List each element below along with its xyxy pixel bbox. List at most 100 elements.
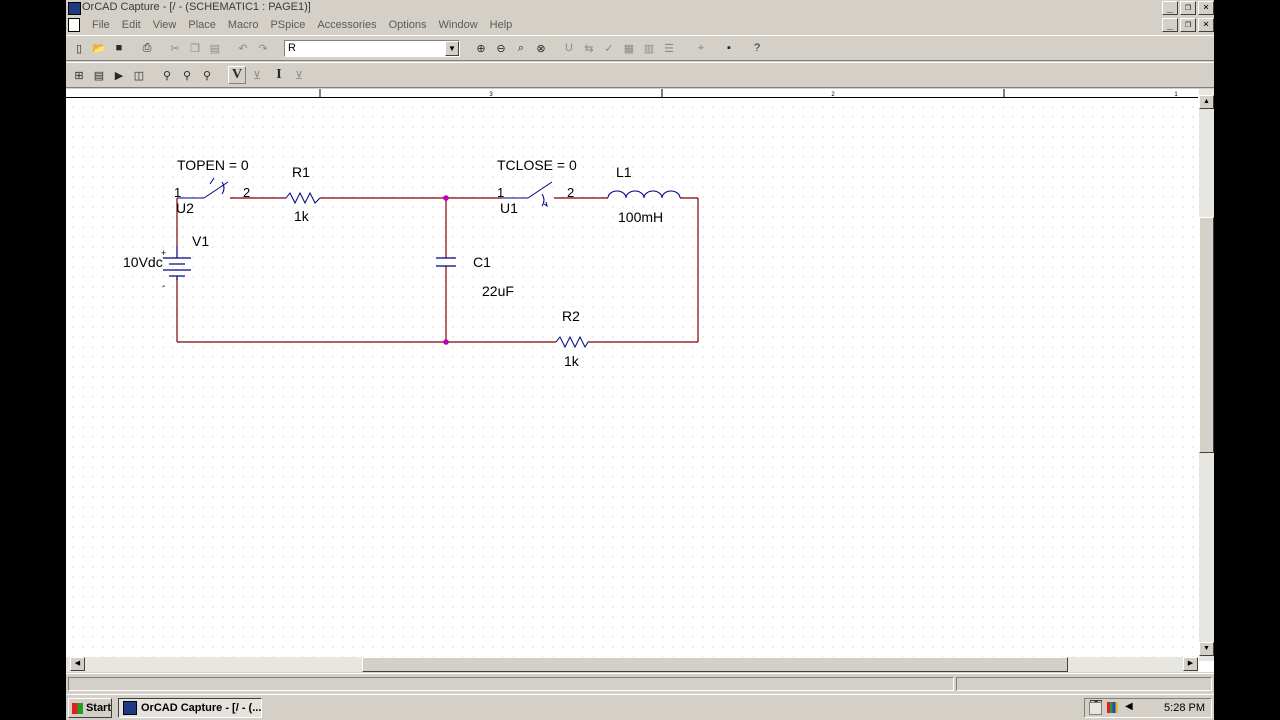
inductor-l1[interactable] bbox=[607, 190, 681, 199]
orcad-app-icon[interactable] bbox=[68, 2, 81, 15]
menu-pspice[interactable]: PSpice bbox=[264, 18, 311, 32]
taskbar-item-orcad[interactable]: OrCAD Capture - [/ - (... bbox=[118, 698, 262, 718]
r2-value-label[interactable]: 1k bbox=[564, 353, 580, 369]
menu-options[interactable]: Options bbox=[383, 18, 433, 32]
voltage-display-icon[interactable]: ⊻ bbox=[248, 66, 266, 84]
minimize-button[interactable]: _ bbox=[1162, 1, 1178, 15]
menu-help[interactable]: Help bbox=[484, 18, 519, 32]
document-icon[interactable] bbox=[68, 18, 80, 32]
paste-icon[interactable]: ▤ bbox=[206, 39, 224, 57]
doc-minimize-button[interactable]: _ bbox=[1162, 18, 1178, 32]
open-folder-icon[interactable]: 📂 bbox=[90, 39, 108, 57]
l1-value-label[interactable]: 100mH bbox=[618, 209, 663, 225]
ruler-label-3: 3 bbox=[489, 92, 493, 97]
zoom-area-icon[interactable]: ⌕ bbox=[512, 39, 530, 57]
project-manager-icon[interactable]: ▪ bbox=[720, 39, 738, 57]
schematic-drawing[interactable]: TOPEN = 0 1 2 U2 R1 1k TCLOSE = 0 1 2 U1… bbox=[66, 98, 1198, 661]
redo-icon[interactable]: ↷ bbox=[254, 39, 272, 57]
c1-ref-label[interactable]: C1 bbox=[473, 254, 491, 270]
scroll-left-icon[interactable]: ◀ bbox=[70, 657, 85, 671]
r1-value-label[interactable]: 1k bbox=[294, 208, 310, 224]
new-file-icon[interactable]: ▯ bbox=[70, 39, 88, 57]
c1-value-label[interactable]: 22uF bbox=[482, 283, 514, 299]
tray-windows-icon[interactable] bbox=[1107, 702, 1118, 713]
doc-close-button[interactable]: × bbox=[1198, 18, 1214, 32]
menu-place[interactable]: Place bbox=[182, 18, 222, 32]
part-search-combo[interactable]: R ▼ bbox=[284, 40, 460, 57]
edit-simulation-icon[interactable]: ▤ bbox=[90, 66, 108, 84]
menu-window[interactable]: Window bbox=[433, 18, 484, 32]
speaker-icon[interactable]: ◀ bbox=[1125, 702, 1136, 713]
zoom-in-icon[interactable]: ⊕ bbox=[472, 39, 490, 57]
doc-restore-button[interactable]: ❐ bbox=[1180, 18, 1196, 32]
u1-pin1-label: 1 bbox=[497, 185, 504, 200]
junction-dot bbox=[443, 339, 449, 345]
u2-ref-label[interactable]: U2 bbox=[176, 200, 194, 216]
save-icon[interactable]: ■ bbox=[110, 39, 128, 57]
cut-icon[interactable]: ✂ bbox=[166, 39, 184, 57]
chevron-down-icon[interactable]: ▼ bbox=[445, 41, 459, 56]
tray-app-icon[interactable] bbox=[1089, 702, 1102, 715]
scroll-up-icon[interactable]: ▲ bbox=[1199, 95, 1214, 109]
new-simulation-icon[interactable]: ⊞ bbox=[70, 66, 88, 84]
restore-button[interactable]: ❐ bbox=[1180, 1, 1196, 15]
horizontal-scrollbar[interactable]: ◀ ▶ bbox=[66, 657, 1198, 672]
schematic-canvas[interactable]: TOPEN = 0 1 2 U2 R1 1k TCLOSE = 0 1 2 U1… bbox=[66, 98, 1198, 661]
resistor-r2[interactable] bbox=[555, 335, 589, 349]
copy-icon[interactable]: ❐ bbox=[186, 39, 204, 57]
title-bar: OrCAD Capture - [/ - (SCHEMATIC1 : PAGE1… bbox=[66, 0, 1214, 16]
horizontal-scroll-thumb[interactable] bbox=[362, 657, 1068, 672]
u1-ref-label[interactable]: U1 bbox=[500, 200, 518, 216]
menu-accessories[interactable]: Accessories bbox=[311, 18, 382, 32]
menu-file[interactable]: File bbox=[86, 18, 116, 32]
r2-ref-label[interactable]: R2 bbox=[562, 308, 580, 324]
menu-view[interactable]: View bbox=[147, 18, 183, 32]
marker-current-probe-icon[interactable]: ⚲ bbox=[178, 66, 196, 84]
run-icon[interactable]: ▶ bbox=[110, 66, 128, 84]
u2-param-label[interactable]: TOPEN = 0 bbox=[177, 157, 249, 173]
l1-ref-label[interactable]: L1 bbox=[616, 164, 632, 180]
back-annotate-icon[interactable]: ⇆ bbox=[580, 39, 598, 57]
switch-u2[interactable] bbox=[177, 177, 230, 199]
orcad-task-icon bbox=[123, 701, 137, 715]
window-title: OrCAD Capture - [/ - (SCHEMATIC1 : PAGE1… bbox=[82, 1, 311, 13]
taskbar-item-label: OrCAD Capture - [/ - (... bbox=[141, 702, 262, 714]
r1-ref-label[interactable]: R1 bbox=[292, 164, 310, 180]
u2-pin1-label: 1 bbox=[174, 185, 181, 200]
zoom-out-icon[interactable]: ⊖ bbox=[492, 39, 510, 57]
vertical-scroll-thumb[interactable] bbox=[1199, 217, 1214, 453]
bias-voltage-icon[interactable]: V bbox=[228, 66, 246, 84]
resistor-r1[interactable] bbox=[285, 191, 321, 205]
marker-voltage-probe-icon[interactable]: ⚲ bbox=[158, 66, 176, 84]
view-results-icon[interactable]: ◫ bbox=[130, 66, 148, 84]
v1-ref-label[interactable]: V1 bbox=[192, 233, 209, 249]
clock[interactable]: 5:28 PM bbox=[1164, 702, 1205, 714]
zoom-all-icon[interactable]: ⊗ bbox=[532, 39, 550, 57]
bias-current-icon[interactable]: I bbox=[270, 66, 288, 84]
dc-source-v1[interactable] bbox=[163, 246, 191, 280]
cross-reference-icon[interactable]: ▥ bbox=[640, 39, 658, 57]
capacitor-c1[interactable] bbox=[436, 257, 456, 267]
scroll-down-icon[interactable]: ▼ bbox=[1199, 642, 1214, 656]
snap-to-grid-icon[interactable]: ⌖ bbox=[692, 39, 710, 57]
help-icon[interactable]: ? bbox=[748, 39, 766, 57]
app-window: OrCAD Capture - [/ - (SCHEMATIC1 : PAGE1… bbox=[66, 0, 1214, 720]
print-icon[interactable]: ⎙ bbox=[138, 39, 156, 57]
menu-edit[interactable]: Edit bbox=[116, 18, 147, 32]
current-display-icon[interactable]: ⊻ bbox=[290, 66, 308, 84]
menu-macro[interactable]: Macro bbox=[222, 18, 265, 32]
annotate-icon[interactable]: U bbox=[560, 39, 578, 57]
create-netlist-icon[interactable]: ▦ bbox=[620, 39, 638, 57]
undo-icon[interactable]: ↶ bbox=[234, 39, 252, 57]
page-ruler: 3 2 1 bbox=[66, 89, 1198, 98]
vertical-scrollbar[interactable]: ▲ ▼ bbox=[1199, 89, 1214, 661]
close-button[interactable]: × bbox=[1198, 1, 1214, 15]
bill-of-materials-icon[interactable]: ☰ bbox=[660, 39, 678, 57]
drc-icon[interactable]: ✓ bbox=[600, 39, 618, 57]
marker-power-icon[interactable]: ⚲ bbox=[198, 66, 216, 84]
start-button[interactable]: Start bbox=[68, 698, 112, 718]
u1-pin2-label: 2 bbox=[567, 185, 574, 200]
v1-value-label[interactable]: 10Vdc bbox=[123, 254, 163, 270]
u1-param-label[interactable]: TCLOSE = 0 bbox=[497, 157, 577, 173]
scroll-right-icon[interactable]: ▶ bbox=[1183, 657, 1198, 671]
